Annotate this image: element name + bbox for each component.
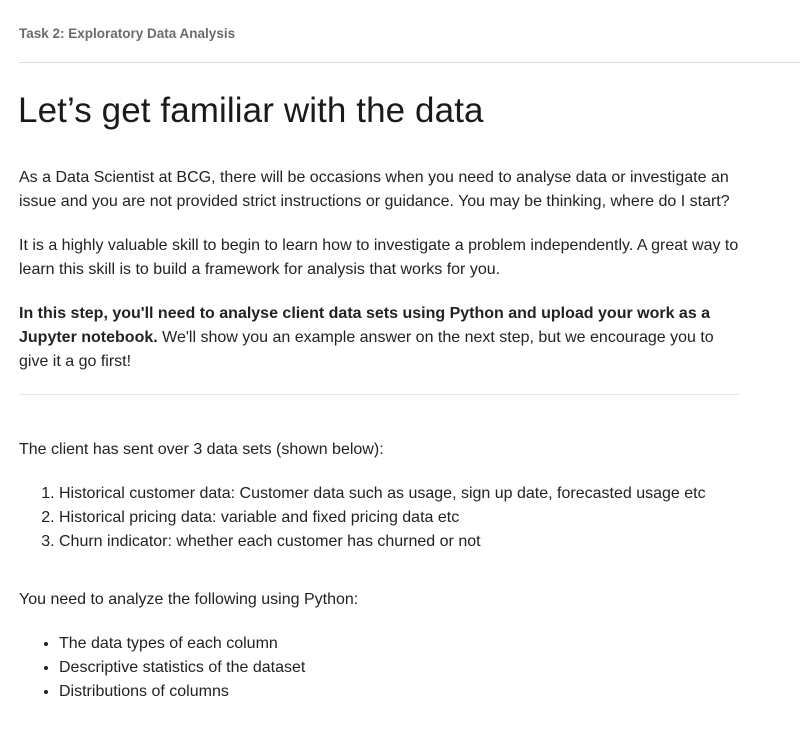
skill-paragraph: It is a highly valuable skill to begin t… (19, 237, 739, 278)
list-item: Distributions of columns (59, 680, 744, 704)
list-item: The data types of each column (59, 632, 744, 656)
datasets-intro: The client has sent over 3 data sets (sh… (19, 441, 384, 458)
page-title: Let’s get familiar with the data (18, 91, 484, 130)
list-item: Historical pricing data: variable and fi… (59, 506, 744, 530)
header-divider (19, 62, 800, 63)
list-item: Descriptive statistics of the dataset (59, 656, 744, 680)
datasets-list: Historical customer data: Customer data … (19, 482, 744, 554)
step-paragraph: In this step, you'll need to analyse cli… (19, 302, 744, 374)
task-label: Task 2: Exploratory Data Analysis (19, 26, 236, 41)
article-body: As a Data Scientist at BCG, there will b… (19, 166, 744, 704)
list-item: Historical customer data: Customer data … (59, 482, 744, 506)
list-item: Churn indicator: whether each customer h… (59, 530, 744, 554)
intro-paragraph: As a Data Scientist at BCG, there will b… (19, 169, 730, 210)
section-divider (19, 394, 739, 395)
analysis-list: The data types of each column Descriptiv… (19, 632, 744, 704)
analyze-intro: You need to analyze the following using … (19, 591, 359, 608)
